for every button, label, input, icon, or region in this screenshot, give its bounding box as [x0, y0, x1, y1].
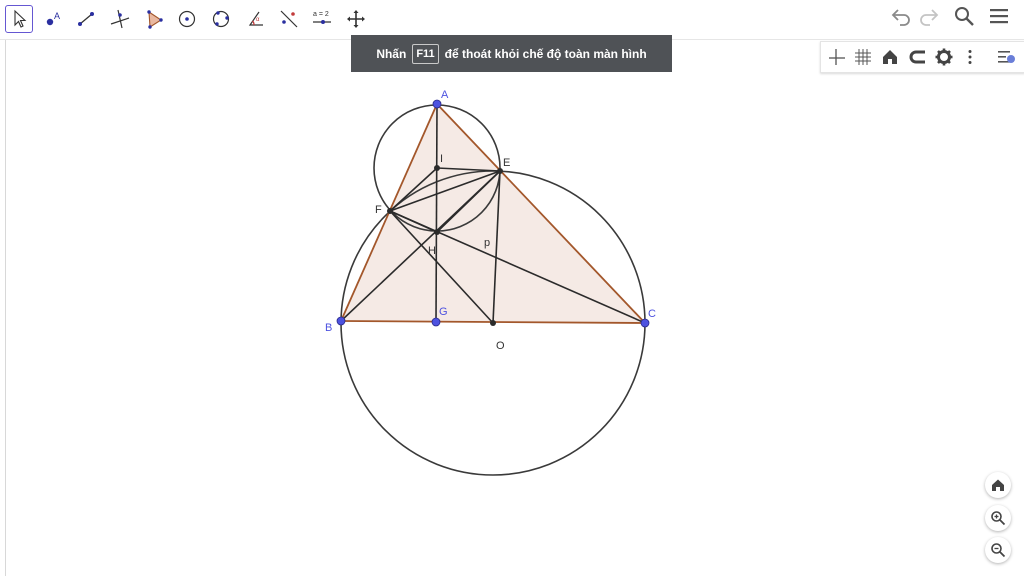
standard-view-zoom-button[interactable]	[985, 472, 1011, 498]
label-g: G	[439, 306, 448, 318]
angle-tool[interactable]: α	[241, 5, 269, 33]
svg-text:a = 2: a = 2	[313, 11, 329, 18]
redo-icon	[920, 9, 939, 26]
search-button[interactable]	[951, 3, 977, 29]
move-graphics-view-tool[interactable]	[342, 5, 370, 33]
label-f: F	[375, 204, 382, 216]
point-b[interactable]	[336, 316, 346, 326]
undo-icon	[891, 9, 910, 26]
point-icon: A	[46, 11, 60, 26]
polygon-icon	[147, 10, 163, 29]
label-h: H	[428, 245, 436, 257]
redo-button[interactable]	[916, 3, 942, 29]
circle-three-points-tool[interactable]	[207, 5, 235, 33]
circle-center-point-tool[interactable]	[173, 5, 201, 33]
settings-button[interactable]	[932, 45, 956, 69]
view-left-border	[5, 40, 6, 576]
perpendicular-line-icon	[110, 9, 130, 29]
point-i[interactable]	[434, 165, 440, 171]
fullscreen-banner: Nhấn F11 để thoát khỏi chế độ toàn màn h…	[351, 35, 672, 72]
more-options-button[interactable]	[958, 45, 982, 69]
menu-icon	[990, 9, 1008, 24]
point-tool[interactable]: A	[39, 5, 67, 33]
point-h[interactable]	[434, 229, 440, 235]
magnet-icon	[909, 50, 925, 64]
grid-toggle[interactable]	[851, 45, 875, 69]
style-bar-toggle[interactable]	[994, 45, 1018, 69]
point-a[interactable]	[432, 99, 442, 109]
move-tool[interactable]	[5, 5, 33, 33]
polygon-tool[interactable]	[140, 5, 168, 33]
label-a: A	[441, 89, 449, 101]
altitude-ag[interactable]	[435, 103, 438, 323]
axes-icon	[829, 49, 845, 65]
perpendicular-line-tool[interactable]	[106, 5, 134, 33]
toolbar: A α a = 2	[0, 0, 1024, 40]
point-o[interactable]	[490, 320, 496, 326]
graphics-view[interactable]: A B C G E F I H O p	[0, 0, 1024, 576]
svg-text:A: A	[54, 11, 60, 21]
graphics-view-style-bar	[820, 41, 1024, 73]
slider-icon: a = 2	[313, 11, 331, 24]
undo-button[interactable]	[888, 3, 914, 29]
cursor-arrow-icon	[14, 9, 27, 28]
more-vertical-icon	[968, 50, 972, 64]
label-b: B	[325, 322, 332, 334]
segment-tool[interactable]	[72, 5, 100, 33]
label-p: p	[484, 237, 490, 249]
circle-center-icon	[178, 10, 196, 28]
segment-icon	[78, 12, 94, 26]
search-icon	[955, 7, 974, 26]
style-bar-icon	[998, 51, 1015, 63]
grid-icon	[855, 49, 871, 65]
home-icon	[883, 50, 897, 64]
home-icon	[992, 479, 1004, 491]
zoom-in-button[interactable]	[985, 505, 1011, 531]
label-o: O	[496, 340, 505, 352]
point-capturing-button[interactable]	[905, 45, 929, 69]
angle-icon: α	[248, 11, 263, 26]
label-e: E	[503, 157, 510, 169]
svg-text:α: α	[256, 17, 260, 23]
gear-icon	[935, 48, 953, 66]
standard-view-button[interactable]	[878, 45, 902, 69]
point-c[interactable]	[640, 318, 650, 328]
axes-toggle[interactable]	[825, 45, 849, 69]
menu-button[interactable]	[986, 3, 1012, 29]
banner-text-post: để thoát khỏi chế độ toàn màn hình	[444, 46, 647, 61]
reflect-tool[interactable]	[275, 5, 303, 33]
point-g[interactable]	[431, 317, 441, 327]
slider-tool[interactable]: a = 2	[308, 5, 336, 33]
banner-text-pre: Nhấn	[376, 46, 407, 61]
zoom-in-icon	[991, 511, 1006, 526]
label-c: C	[648, 308, 656, 320]
circle-three-points-icon	[212, 10, 230, 28]
point-f[interactable]	[387, 208, 393, 214]
reflect-line-icon	[280, 10, 298, 28]
move-arrows-icon	[347, 10, 365, 28]
zoom-out-button[interactable]	[985, 537, 1011, 563]
zoom-out-icon	[991, 543, 1006, 558]
banner-key: F11	[412, 43, 439, 64]
label-i: I	[440, 153, 443, 165]
